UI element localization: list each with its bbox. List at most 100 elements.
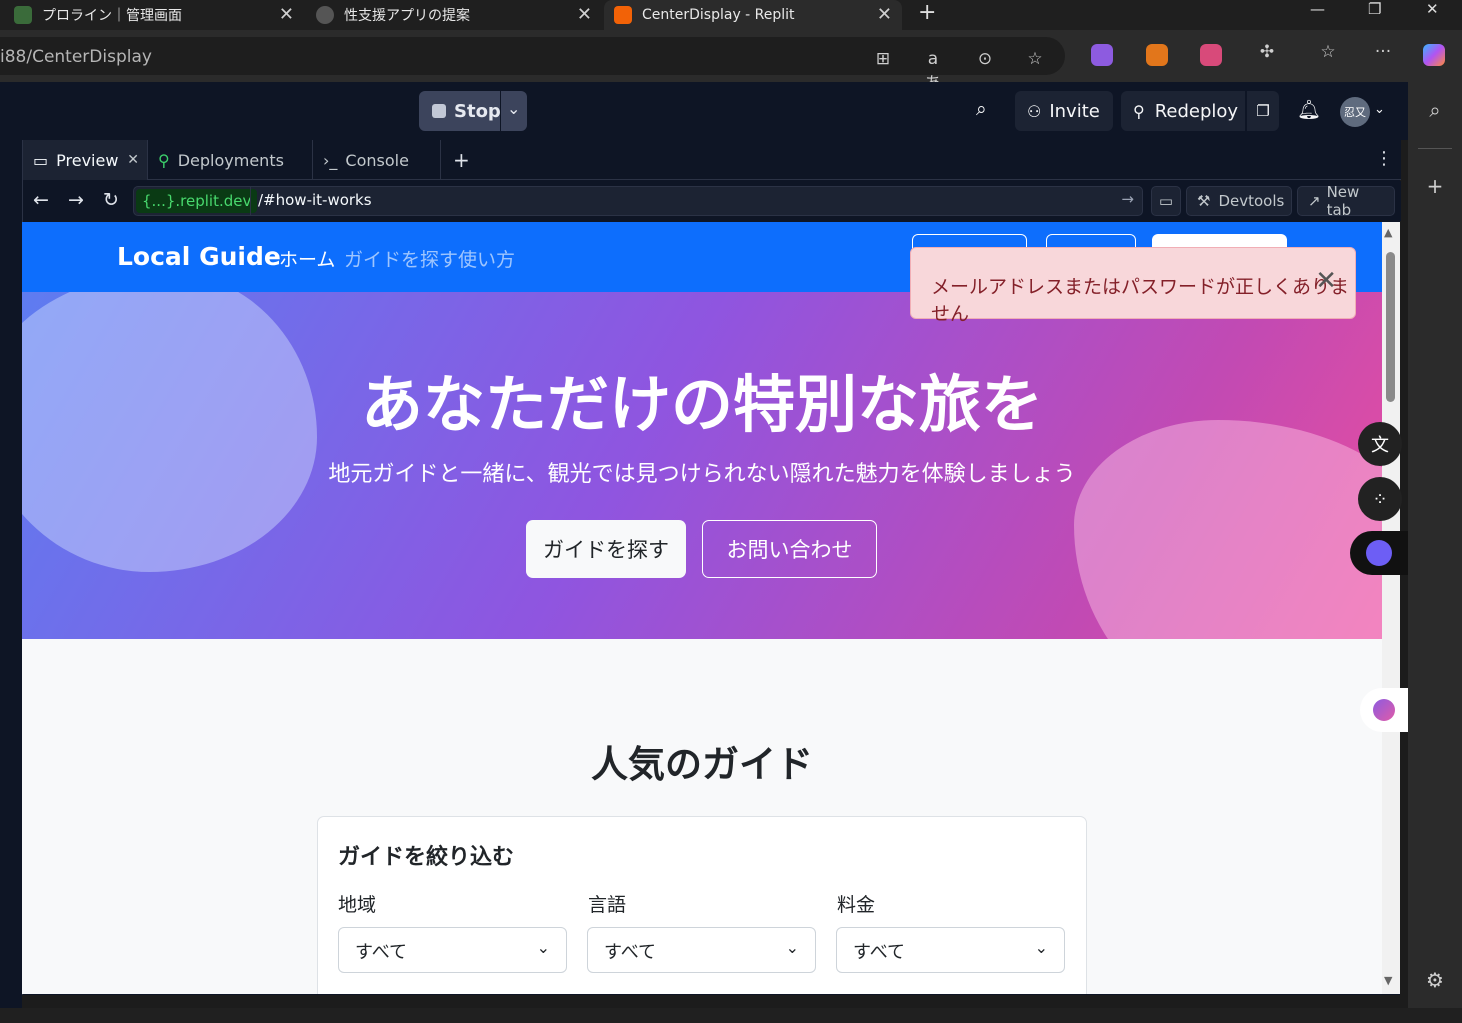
url-box[interactable]: i88/CenterDisplay ⊞ aあ ⊙ ☆ bbox=[0, 37, 1065, 94]
tab-deployments[interactable]: ⚲ Deployments bbox=[148, 140, 313, 180]
edge-sidebar: ⌕ + ⚙ bbox=[1408, 82, 1462, 1023]
invite-button[interactable]: ⚇ Invite bbox=[1015, 91, 1113, 131]
brain-extension-icon[interactable] bbox=[1091, 44, 1113, 66]
error-toast: メールアドレスまたはパスワードが正しくありません ✕ bbox=[910, 247, 1356, 325]
scroll-thumb[interactable] bbox=[1386, 252, 1395, 402]
brain-extension-icon[interactable] bbox=[1360, 688, 1408, 732]
language-label: 言語 bbox=[588, 894, 627, 916]
divider bbox=[1418, 148, 1452, 149]
close-tab-icon[interactable]: ✕ bbox=[577, 4, 592, 25]
go-arrow-icon[interactable]: → bbox=[1121, 190, 1134, 208]
contact-button[interactable]: お問い合わせ bbox=[702, 520, 877, 578]
stop-button[interactable]: Stop ⌄ bbox=[419, 91, 527, 131]
tab-preview[interactable]: ▭ Preview ✕ bbox=[23, 140, 148, 180]
reload-icon[interactable]: ↻ bbox=[103, 189, 119, 211]
preview-nav-row: ← → ↻ {...}.replit.dev /#how-it-works → … bbox=[23, 181, 1401, 221]
device-toggle-button[interactable]: ▭ bbox=[1151, 186, 1181, 216]
window-close-icon[interactable]: ✕ bbox=[1426, 0, 1439, 18]
scroll-down-icon[interactable]: ▼ bbox=[1384, 974, 1392, 987]
language-select[interactable]: すべて ⌄ bbox=[587, 927, 816, 973]
favorite-star-icon[interactable]: ☆ bbox=[1022, 49, 1048, 69]
brand-logo[interactable]: Local Guide bbox=[117, 242, 281, 271]
taskbar-edge bbox=[0, 1008, 1462, 1023]
browser-address-bar: i88/CenterDisplay ⊞ aあ ⊙ ☆ ✣ ☆ ··· bbox=[0, 30, 1462, 94]
divider bbox=[250, 187, 251, 215]
kebab-menu-icon[interactable]: ⋮ bbox=[1375, 148, 1393, 169]
external-link-icon: ↗ bbox=[1308, 192, 1321, 210]
chevron-down-icon: ⌄ bbox=[785, 938, 799, 957]
close-icon[interactable]: ✕ bbox=[127, 152, 139, 168]
preview-url-field[interactable]: {...}.replit.dev /#how-it-works → bbox=[133, 186, 1143, 216]
filter-heading: ガイドを絞り込む bbox=[338, 845, 515, 870]
more-page-icon[interactable]: ⊙ bbox=[972, 49, 998, 69]
add-sidebar-icon[interactable]: + bbox=[1408, 174, 1462, 198]
tab-label: Preview bbox=[56, 150, 119, 170]
preview-scrollbar[interactable]: ▲ ▼ bbox=[1382, 222, 1400, 994]
pane-tabs: ▭ Preview ✕ ⚲ Deployments ›_ Console + ⋮ bbox=[23, 140, 1401, 180]
close-tab-icon[interactable]: ✕ bbox=[877, 4, 892, 25]
chevron-down-icon[interactable]: ⌄ bbox=[507, 99, 520, 118]
section-title: 人気のガイド bbox=[591, 743, 813, 786]
close-tab-icon[interactable]: ✕ bbox=[279, 4, 294, 25]
terminal-icon: ›_ bbox=[323, 150, 338, 170]
extensions-puzzle-icon[interactable]: ✣ bbox=[1254, 42, 1280, 62]
devtools-button[interactable]: ⚒ Devtools bbox=[1186, 186, 1292, 216]
bell-icon[interactable]: 🔔︎ bbox=[1297, 98, 1321, 121]
replit-favicon-icon bbox=[614, 6, 632, 24]
decorative-blob bbox=[1074, 420, 1382, 639]
region-select[interactable]: すべて ⌄ bbox=[338, 927, 567, 973]
browser-tab-replit[interactable]: CenterDisplay - Replit ✕ bbox=[604, 0, 902, 30]
site-preview: Local Guide ホーム ガイドを探す 使い方 あなただけの特別な旅を 地… bbox=[22, 222, 1382, 994]
translate-icon[interactable]: 文 bbox=[1358, 422, 1402, 466]
chatgpt-favicon-icon bbox=[316, 6, 334, 24]
deploy-icon: ⚲ bbox=[1133, 101, 1145, 121]
nav-link-find-guide[interactable]: ガイドを探す bbox=[344, 245, 458, 272]
forward-arrow-icon[interactable]: → bbox=[68, 189, 84, 211]
new-tab-plus-icon[interactable]: + bbox=[918, 0, 936, 25]
hero-subtitle: 地元ガイドと一緒に、観光では見つけられない隠れた魅力を体験しましょう bbox=[328, 462, 1076, 487]
avatar[interactable]: 忍又 bbox=[1340, 97, 1370, 127]
url-path: /#how-it-works bbox=[258, 191, 372, 209]
chevron-down-icon[interactable]: ⌄ bbox=[1374, 102, 1385, 117]
brain-logo-icon bbox=[1373, 699, 1395, 721]
assistant-face-icon[interactable] bbox=[1350, 531, 1408, 575]
metamask-extension-icon[interactable] bbox=[1146, 44, 1168, 66]
nav-link-how-to[interactable]: 使い方 bbox=[458, 245, 515, 272]
add-tab-plus-icon[interactable]: + bbox=[453, 148, 470, 172]
region-label: 地域 bbox=[338, 894, 377, 916]
favorites-icon[interactable]: ☆ bbox=[1315, 42, 1341, 62]
filter-card: ガイドを絞り込む 地域 言語 料金 すべて ⌄ すべて ⌄ すべて ⌄ bbox=[317, 816, 1087, 994]
back-arrow-icon[interactable]: ← bbox=[33, 189, 49, 211]
chevron-down-icon: ⌄ bbox=[536, 938, 550, 957]
deploy-options-button[interactable]: ❐ bbox=[1247, 91, 1279, 131]
find-guide-button[interactable]: ガイドを探す bbox=[526, 520, 686, 578]
copilot-icon[interactable] bbox=[1423, 44, 1445, 66]
close-icon[interactable]: ✕ bbox=[1315, 266, 1337, 296]
price-select[interactable]: すべて ⌄ bbox=[836, 927, 1065, 973]
select-value: すべて bbox=[355, 942, 408, 963]
scroll-up-icon[interactable]: ▲ bbox=[1384, 226, 1392, 239]
settings-more-icon[interactable]: ··· bbox=[1370, 42, 1396, 62]
gear-icon[interactable]: ⚙ bbox=[1408, 968, 1462, 992]
assistant-avatar-icon bbox=[1366, 540, 1392, 566]
chevron-down-icon: ⌄ bbox=[1034, 938, 1048, 957]
redeploy-button[interactable]: ⚲ Redeploy bbox=[1121, 91, 1245, 131]
minimize-icon[interactable]: — bbox=[1310, 0, 1325, 18]
add-user-icon: ⚇ bbox=[1027, 101, 1042, 121]
browser-tab-proline[interactable]: プロライン｜管理画面 ✕ bbox=[4, 0, 304, 30]
stop-square-icon bbox=[432, 104, 446, 118]
select-value: すべて bbox=[604, 942, 657, 963]
deploy-icon: ⚲ bbox=[158, 150, 170, 170]
search-icon[interactable]: ⌕ bbox=[1408, 98, 1462, 122]
search-icon[interactable]: ⌕ bbox=[976, 98, 987, 120]
app-available-icon[interactable]: ⊞ bbox=[870, 49, 896, 69]
url-domain-chip: {...}.replit.dev bbox=[136, 189, 258, 213]
divider bbox=[500, 91, 501, 131]
nav-link-home[interactable]: ホーム bbox=[279, 245, 335, 272]
tab-console[interactable]: ›_ Console bbox=[313, 140, 441, 180]
browser-tab-chatgpt[interactable]: 性支援アプリの提案 ✕ bbox=[306, 0, 602, 30]
apps-grid-icon[interactable]: ⁘ bbox=[1358, 477, 1402, 521]
extension-icon[interactable] bbox=[1200, 44, 1222, 66]
restore-icon[interactable]: ❐ bbox=[1368, 0, 1381, 18]
new-tab-button[interactable]: ↗ New tab bbox=[1297, 183, 1395, 219]
